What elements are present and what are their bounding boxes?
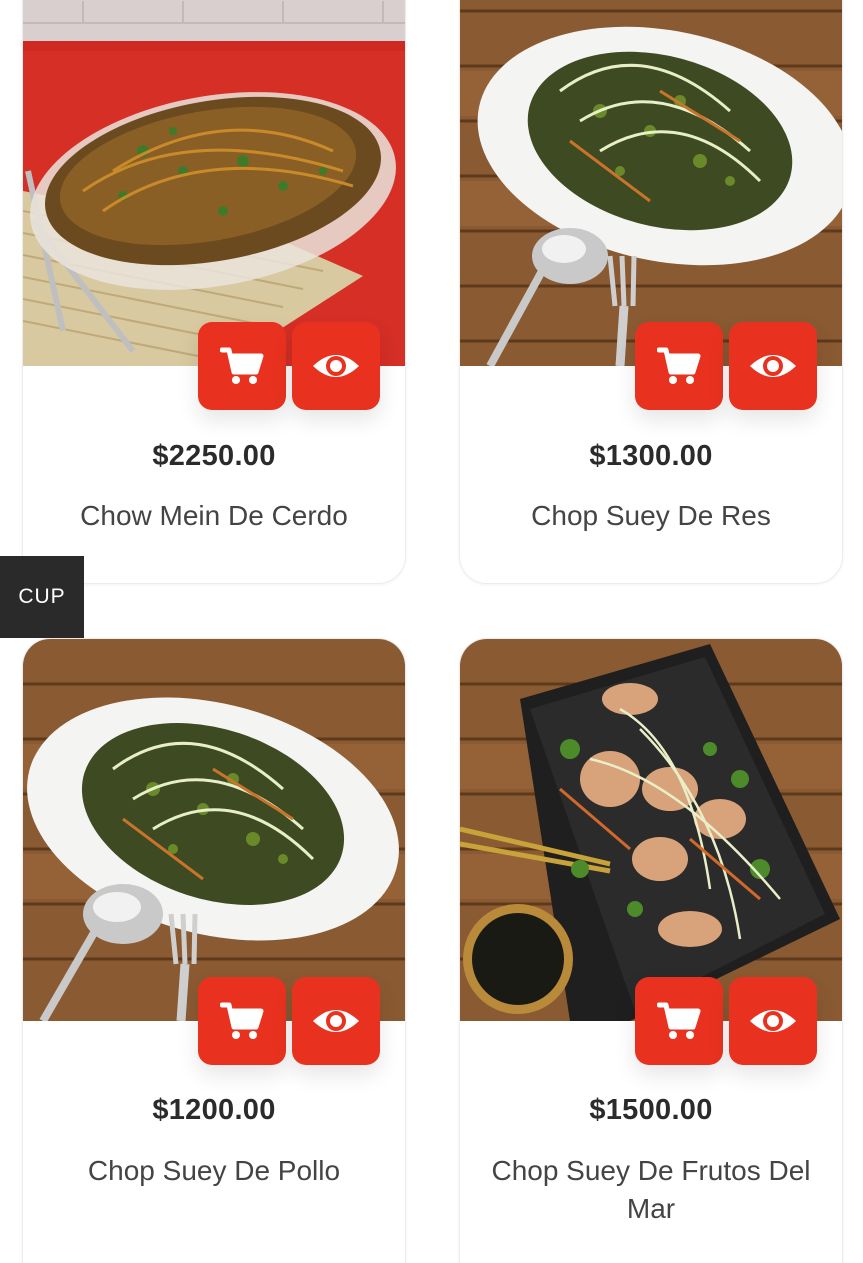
product-image[interactable]	[460, 639, 842, 1021]
cart-icon	[657, 347, 701, 384]
product-card[interactable]: $1500.00 Chop Suey De Frutos Del Mar	[459, 638, 843, 1263]
product-price: $1300.00	[589, 440, 713, 472]
product-image[interactable]	[23, 639, 405, 1021]
eye-icon	[750, 355, 796, 377]
product-image[interactable]	[23, 0, 405, 366]
view-details-button[interactable]	[729, 322, 817, 410]
cart-icon	[657, 1002, 701, 1039]
view-details-button[interactable]	[729, 977, 817, 1065]
product-price: $2250.00	[152, 440, 276, 472]
eye-icon	[750, 1010, 796, 1032]
cart-icon	[220, 347, 264, 384]
product-card[interactable]: $1200.00 Chop Suey De Pollo	[22, 638, 406, 1263]
cart-icon	[220, 1002, 264, 1039]
add-to-cart-button[interactable]	[198, 977, 286, 1065]
product-card[interactable]: $1300.00 Chop Suey De Res	[459, 0, 843, 584]
add-to-cart-button[interactable]	[635, 322, 723, 410]
currency-selector[interactable]: CUP	[0, 556, 84, 638]
eye-icon	[313, 1010, 359, 1032]
eye-icon	[313, 355, 359, 377]
product-name[interactable]: Chow Mein De Cerdo	[43, 497, 385, 535]
view-details-button[interactable]	[292, 977, 380, 1065]
view-details-button[interactable]	[292, 322, 380, 410]
product-name[interactable]: Chop Suey De Res	[480, 497, 822, 535]
product-price: $1200.00	[152, 1094, 276, 1126]
product-name[interactable]: Chop Suey De Pollo	[43, 1152, 385, 1190]
product-grid-page: $2250.00 Chow Mein De Cerdo $1300.00 Cho…	[0, 0, 863, 1263]
product-name[interactable]: Chop Suey De Frutos Del Mar	[480, 1152, 822, 1228]
add-to-cart-button[interactable]	[635, 977, 723, 1065]
add-to-cart-button[interactable]	[198, 322, 286, 410]
product-image[interactable]	[460, 0, 842, 366]
product-card[interactable]: $2250.00 Chow Mein De Cerdo	[22, 0, 406, 584]
product-price: $1500.00	[589, 1094, 713, 1126]
